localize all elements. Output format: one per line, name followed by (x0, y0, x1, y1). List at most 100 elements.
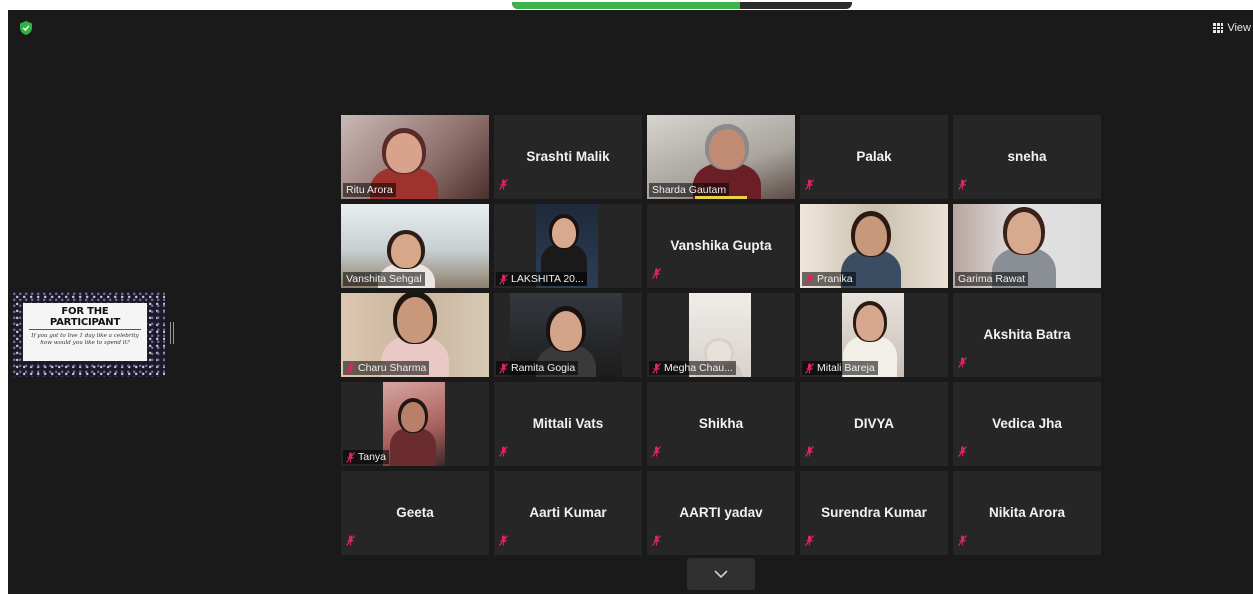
resize-handle[interactable] (170, 322, 174, 344)
view-button[interactable]: View (1213, 22, 1251, 34)
participant-name-label: Ramita Gogia (496, 361, 579, 375)
muted-mic-icon (346, 362, 355, 374)
mute-indicator (652, 533, 661, 551)
participant-tile[interactable]: Shikha (647, 382, 795, 466)
speaking-indicator (695, 196, 747, 199)
participant-tile[interactable]: Aarti Kumar (494, 471, 642, 555)
participant-name-label: Vanshita Sehgal (343, 272, 425, 286)
participant-name: Vanshita Sehgal (346, 273, 422, 285)
view-label: View (1227, 22, 1251, 34)
mute-indicator (805, 177, 814, 195)
participant-name: Garima Rawat (958, 273, 1026, 285)
mute-indicator (805, 444, 814, 462)
participant-name: Aarti Kumar (529, 505, 607, 520)
muted-mic-icon (805, 362, 814, 374)
participant-name-label: Sharda Gautam (649, 183, 730, 197)
meeting-window: View FOR THE PARTICIPANT If you got to l… (8, 10, 1253, 594)
muted-mic-icon (805, 273, 814, 285)
mute-indicator (652, 266, 661, 284)
muted-mic-icon (499, 362, 508, 374)
muted-mic-icon (499, 446, 508, 457)
muted-mic-icon (499, 273, 508, 285)
participant-tile[interactable]: Mitali Bareja (800, 293, 948, 377)
mute-indicator (805, 533, 814, 551)
shared-screen-thumbnail[interactable]: FOR THE PARTICIPANT If you got to live 1… (13, 292, 165, 377)
mute-indicator (499, 533, 508, 551)
meeting-status-pill[interactable] (512, 2, 852, 9)
participant-name: Surendra Kumar (821, 505, 927, 520)
muted-mic-icon (499, 179, 508, 190)
participant-tile[interactable]: DIVYA (800, 382, 948, 466)
shared-card-body: If you got to live 1 day like a celebrit… (31, 333, 139, 346)
participant-tile[interactable]: Pranika (800, 204, 948, 288)
muted-mic-icon (652, 446, 661, 457)
participant-name: Mitali Bareja (817, 362, 875, 374)
participant-name: Srashti Malik (526, 149, 610, 164)
muted-mic-icon (958, 357, 967, 368)
muted-mic-icon (652, 362, 661, 374)
participant-tile[interactable]: Geeta (341, 471, 489, 555)
participant-tile[interactable]: Ramita Gogia (494, 293, 642, 377)
participant-name: Ritu Arora (346, 184, 393, 196)
participant-tile[interactable]: Surendra Kumar (800, 471, 948, 555)
participant-name: Shikha (698, 416, 744, 431)
participant-tile[interactable]: AARTI yadav (647, 471, 795, 555)
participant-tile[interactable]: Mittali Vats (494, 382, 642, 466)
participant-name-label: Megha Chau... (649, 361, 736, 375)
mute-indicator (958, 177, 967, 195)
participant-name: Akshita Batra (983, 327, 1071, 342)
participant-name: Mittali Vats (532, 416, 604, 431)
participant-name: Ramita Gogia (511, 362, 576, 374)
participant-name: AARTI yadav (679, 505, 763, 520)
shield-icon[interactable] (20, 21, 32, 35)
muted-mic-icon (805, 179, 814, 190)
participant-name: Geeta (396, 505, 434, 520)
participant-name: Sharda Gautam (652, 184, 727, 196)
participant-tile[interactable]: Sharda Gautam (647, 115, 795, 199)
muted-mic-icon (958, 179, 967, 190)
muted-mic-icon (499, 535, 508, 546)
shared-card-title: FOR THE PARTICIPANT (29, 306, 141, 330)
participant-name: Megha Chau... (664, 362, 733, 374)
status-indicator (512, 2, 740, 9)
participant-name: sneha (1007, 149, 1047, 164)
muted-mic-icon (652, 268, 661, 279)
participant-name: DIVYA (853, 416, 895, 431)
participant-tile[interactable]: Ritu Arora (341, 115, 489, 199)
participant-tile[interactable]: Charu Sharma (341, 293, 489, 377)
participant-tile[interactable]: Srashti Malik (494, 115, 642, 199)
muted-mic-icon (958, 535, 967, 546)
participant-name: Vanshika Gupta (670, 238, 772, 253)
participant-tile[interactable]: Megha Chau... (647, 293, 795, 377)
grid-view-icon (1213, 23, 1224, 33)
participant-tile[interactable]: Tanya (341, 382, 489, 466)
participant-name-label: Garima Rawat (955, 272, 1029, 286)
participant-name-label: Charu Sharma (343, 361, 430, 375)
mute-indicator (958, 355, 967, 373)
participant-tile[interactable]: sneha (953, 115, 1101, 199)
muted-mic-icon (346, 451, 355, 463)
participant-tile[interactable]: Nikita Arora (953, 471, 1101, 555)
participant-name-label: Ritu Arora (343, 183, 396, 197)
muted-mic-icon (805, 446, 814, 457)
mute-indicator (652, 444, 661, 462)
participant-name-label: Mitali Bareja (802, 361, 878, 375)
show-more-button[interactable] (687, 558, 755, 590)
participant-name: Vedica Jha (992, 416, 1062, 431)
mute-indicator (499, 177, 508, 195)
participant-tile[interactable]: Akshita Batra (953, 293, 1101, 377)
participant-tile[interactable]: Vedica Jha (953, 382, 1101, 466)
participant-tile[interactable]: LAKSHITA 20... (494, 204, 642, 288)
participant-tile[interactable]: Vanshika Gupta (647, 204, 795, 288)
mute-indicator (958, 444, 967, 462)
participant-name: Pranika (817, 273, 853, 285)
participant-name-label: Tanya (343, 450, 390, 464)
participant-tile[interactable]: Palak (800, 115, 948, 199)
muted-mic-icon (652, 535, 661, 546)
participant-name: Palak (856, 149, 892, 164)
mute-indicator (958, 533, 967, 551)
participant-video (383, 382, 445, 466)
participant-name: Charu Sharma (358, 362, 427, 374)
participant-tile[interactable]: Garima Rawat (953, 204, 1101, 288)
participant-tile[interactable]: Vanshita Sehgal (341, 204, 489, 288)
